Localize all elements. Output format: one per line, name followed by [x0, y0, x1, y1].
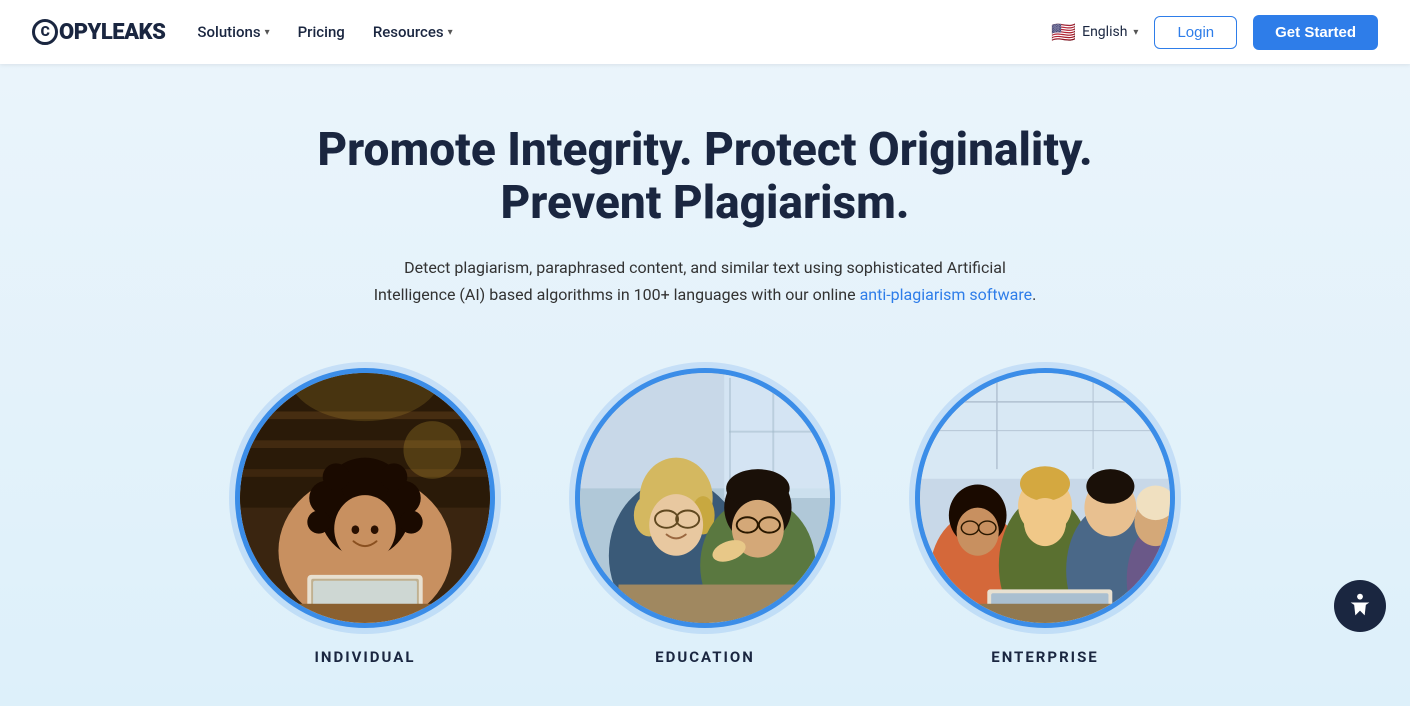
circle-image-education — [575, 368, 835, 628]
accessibility-icon — [1346, 592, 1374, 620]
pricing-label: Pricing — [298, 23, 345, 41]
logo-circle: C — [32, 19, 58, 45]
solutions-chevron-icon: ▾ — [265, 27, 270, 38]
nav-link-pricing[interactable]: Pricing — [298, 23, 345, 41]
circle-image-individual — [235, 368, 495, 628]
nav-item-resources[interactable]: Resources ▾ — [373, 23, 453, 41]
education-image-svg — [580, 373, 830, 623]
circle-card-education[interactable]: EDUCATION — [575, 368, 835, 666]
resources-label: Resources — [373, 23, 444, 41]
hero-subtitle: Detect plagiarism, paraphrased content, … — [365, 254, 1045, 308]
circle-label-enterprise: ENTERPRISE — [991, 648, 1099, 666]
circles-row: INDIVIDUAL — [155, 368, 1255, 666]
nav-link-solutions[interactable]: Solutions ▾ — [197, 23, 269, 41]
anti-plagiarism-link[interactable]: anti-plagiarism software — [860, 285, 1032, 304]
nav-links: Solutions ▾ Pricing Resources ▾ — [197, 23, 452, 41]
hero-section: Promote Integrity. Protect Originality. … — [0, 64, 1410, 706]
language-chevron-icon: ▾ — [1133, 27, 1138, 38]
nav-item-solutions[interactable]: Solutions ▾ — [197, 23, 269, 41]
resources-chevron-icon: ▾ — [448, 27, 453, 38]
circle-image-enterprise — [915, 368, 1175, 628]
login-button[interactable]: Login — [1154, 16, 1237, 49]
navbar-right: 🇺🇸 English ▾ Login Get Started — [1051, 15, 1378, 50]
solutions-label: Solutions — [197, 23, 260, 41]
circle-card-individual[interactable]: INDIVIDUAL — [235, 368, 495, 666]
hero-subtitle-text-after: . — [1032, 285, 1036, 304]
flag-icon: 🇺🇸 — [1051, 20, 1076, 44]
language-selector[interactable]: 🇺🇸 English ▾ — [1051, 20, 1138, 44]
circle-card-enterprise[interactable]: ENTERPRISE — [915, 368, 1175, 666]
accessibility-button[interactable] — [1334, 580, 1386, 632]
circle-label-education: EDUCATION — [655, 648, 755, 666]
hero-title: Promote Integrity. Protect Originality. … — [255, 124, 1155, 230]
logo[interactable]: C OPYLEAKS — [32, 19, 165, 45]
language-label: English — [1082, 24, 1127, 40]
enterprise-image-svg — [920, 373, 1170, 623]
navbar: C OPYLEAKS Solutions ▾ Pricing Resources… — [0, 0, 1410, 64]
individual-image-svg — [240, 373, 490, 623]
circle-label-individual: INDIVIDUAL — [315, 648, 416, 666]
anti-plagiarism-link-text: anti-plagiarism software — [860, 285, 1032, 304]
nav-item-pricing[interactable]: Pricing — [298, 23, 345, 41]
get-started-button[interactable]: Get Started — [1253, 15, 1378, 50]
logo-text: OPYLEAKS — [59, 20, 165, 45]
navbar-left: C OPYLEAKS Solutions ▾ Pricing Resources… — [32, 19, 453, 45]
nav-link-resources[interactable]: Resources ▾ — [373, 23, 453, 41]
